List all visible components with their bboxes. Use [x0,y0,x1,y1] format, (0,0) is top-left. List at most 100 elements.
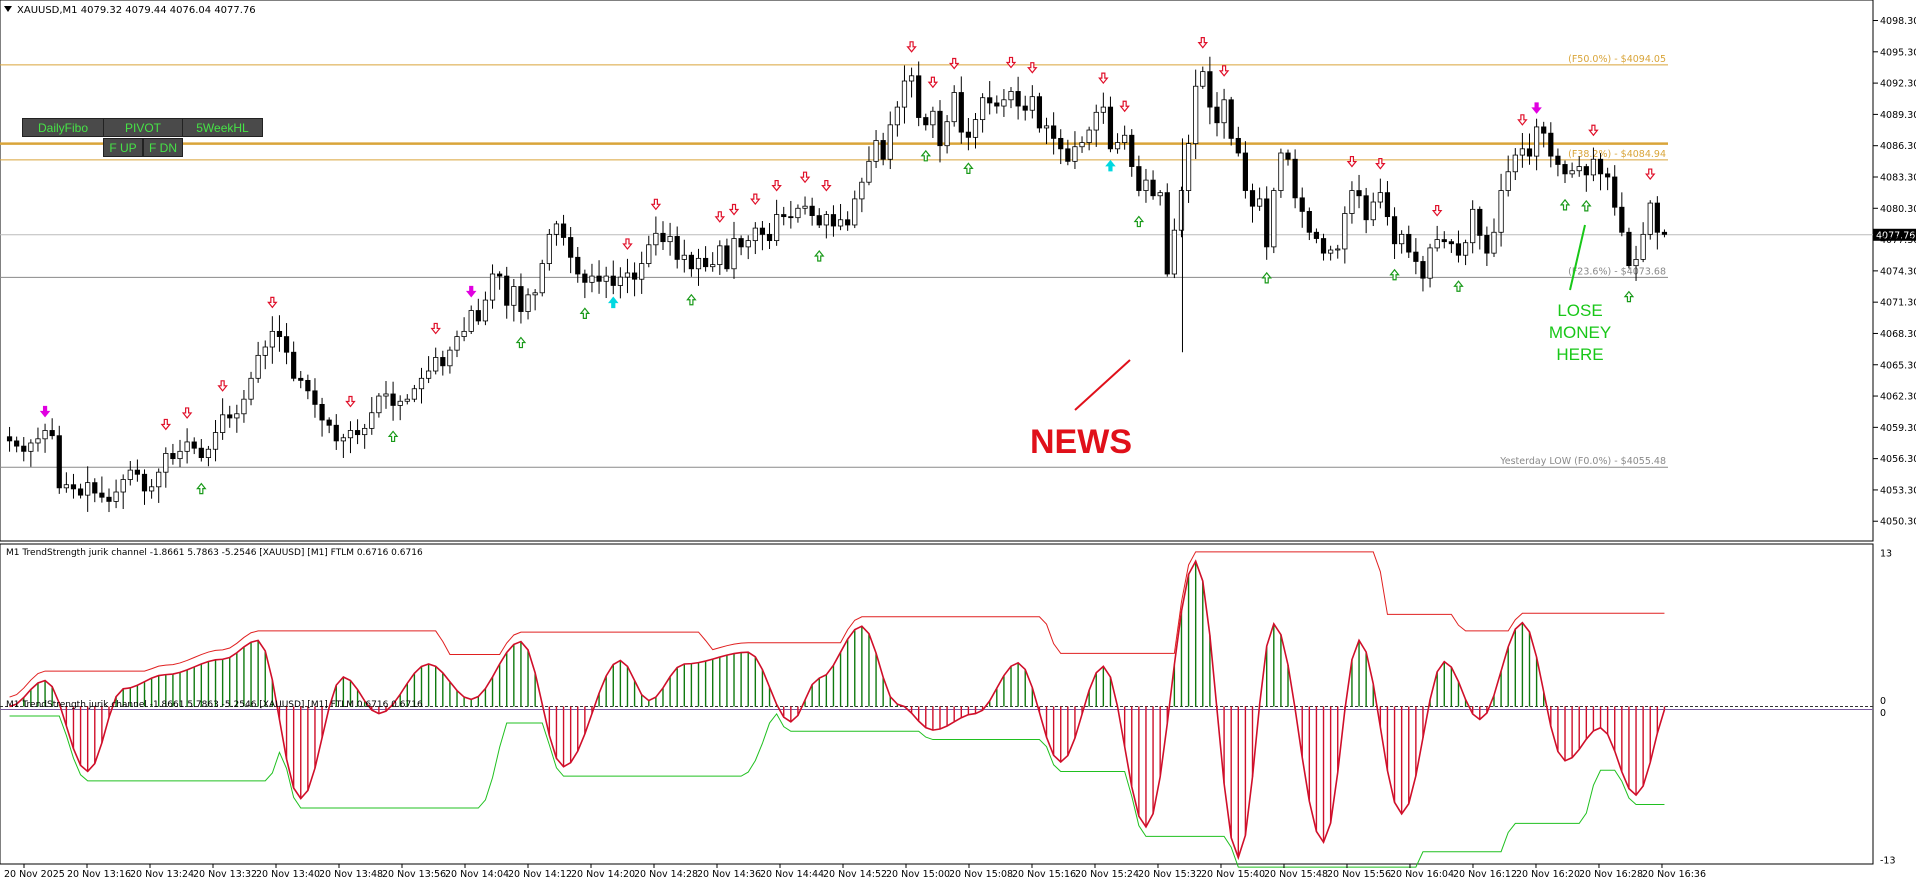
candle [1228,99,1234,139]
candle [404,398,410,402]
price-tick-label: 4056.30 [1880,454,1916,465]
candle [923,117,929,126]
price-panel[interactable]: (F50.0%) - $4094.05 (F38.2%) - $4084.94 (F… [0,0,1916,542]
candle [447,349,453,367]
price-tick-label: 4065.30 [1880,360,1916,371]
candle [1590,158,1597,176]
candle [1058,137,1064,150]
candle [134,469,140,475]
candle [362,427,368,436]
candle [759,227,766,235]
candle [908,75,915,82]
candle [1086,129,1092,143]
candle [1065,148,1071,162]
candle [319,403,325,421]
candle [1313,231,1320,239]
candle [156,471,162,488]
candle [724,245,730,270]
candle [752,227,758,242]
candle [1377,192,1383,203]
candle [1271,190,1277,248]
candle [1079,142,1085,148]
candle [298,377,304,381]
indicator-label-2: M1 TrendStrength jurik channel -1.8661 5… [6,700,423,710]
candle [1519,148,1525,156]
candle [426,370,432,379]
candle [1214,106,1220,124]
candle [1029,96,1035,111]
candle [1249,190,1256,207]
candle [1661,231,1668,235]
candle [1384,192,1391,218]
trading-chart[interactable]: (F50.0%) - $4094.05 (F38.2%) - $4084.94 (F… [0,0,1916,885]
candle [866,160,872,183]
candle [646,244,652,264]
candle [276,330,283,337]
candle [1022,105,1028,111]
candle [1406,233,1412,253]
daily-fibo-button[interactable]: DailyFibo [22,118,104,137]
candle [1171,229,1177,275]
time-tick-label: 20 Nov 15:00 [886,869,950,880]
candle [234,413,240,419]
candle [170,453,176,460]
f-up-button[interactable]: F UP [103,138,143,157]
candle [1043,125,1050,129]
candle [376,395,382,414]
five-week-hl-button[interactable]: 5WeekHL [182,118,263,137]
candle [1342,213,1348,250]
candle [220,414,226,433]
candle [440,357,446,367]
candle [852,198,858,226]
candle [830,214,837,227]
candle [1114,142,1121,150]
candle [1164,192,1170,275]
pivot-button[interactable]: PIVOT [103,118,183,137]
candle [1136,166,1142,191]
candle [539,263,545,294]
time-tick-label: 20 Nov 14:20 [571,869,635,880]
time-tick-label: 20 Nov 13:16 [67,869,131,880]
candle [390,393,396,406]
candle [85,482,91,496]
candle [518,286,524,312]
candle [1370,201,1376,221]
candle [582,273,588,283]
candle [1320,238,1327,254]
level-label: (F38.2%) - $4084.94 [1568,149,1666,160]
candle [1576,166,1582,172]
candle [1555,155,1561,165]
candle [163,453,169,473]
candle [1335,248,1341,251]
price-tick-label: 4092.30 [1880,79,1916,90]
time-tick-label: 20 Nov 15:32 [1138,869,1202,880]
candle [1470,208,1476,244]
time-tick-label: 20 Nov 16:28 [1579,869,1643,880]
candle [745,240,751,248]
candle [248,377,254,400]
candle [1235,137,1241,154]
candle [532,292,538,296]
candle [802,205,808,209]
candle [191,441,197,449]
candle [660,232,666,243]
candle [461,330,467,337]
f-dn-button[interactable]: F DN [143,138,183,157]
time-tick-label: 20 Nov 15:40 [1201,869,1265,880]
indicator-panel[interactable]: M1 TrendStrength jurik channel -1.8661 5… [0,543,1896,868]
candle [1356,190,1362,197]
candle [291,351,297,379]
price-tick-label: 4083.30 [1880,172,1916,183]
candle [1512,154,1518,173]
lose-label-line-1: LOSE [1557,301,1602,320]
candle [553,223,560,235]
candle [1306,211,1312,233]
news-label: NEWS [1030,423,1132,461]
candle [916,75,922,118]
time-tick-label: 20 Nov 14:28 [634,869,698,880]
candle [774,214,780,242]
candle [1619,206,1625,233]
time-tick-label: 20 Nov 15:24 [1075,869,1139,880]
candle [631,272,638,280]
candle [1569,170,1575,175]
